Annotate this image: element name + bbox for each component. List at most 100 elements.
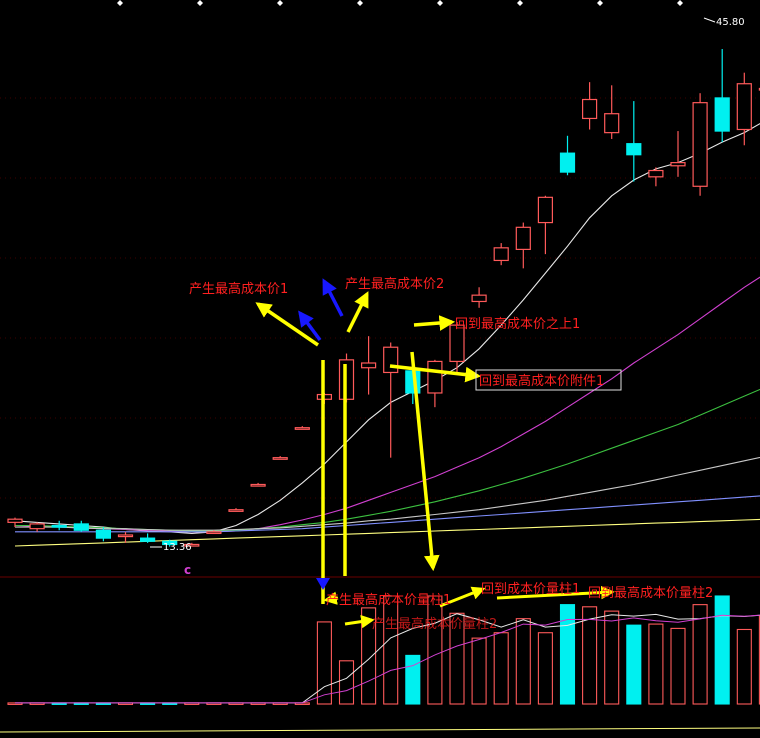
candle-25 bbox=[559, 135, 576, 176]
moving-average-0 bbox=[14, 93, 760, 534]
candle-body-11 bbox=[250, 483, 266, 487]
candle-body-22 bbox=[493, 247, 509, 262]
volume-bar-14 bbox=[316, 621, 332, 705]
volume-bar-22 bbox=[493, 632, 509, 705]
blue-arrow-2 bbox=[322, 278, 344, 317]
candle-29 bbox=[648, 167, 664, 187]
volume-bars bbox=[7, 595, 760, 705]
candle-body-12 bbox=[272, 457, 288, 460]
candlestick-chart: 45.80 13.36 c 产生最高成本价1 产生最高成本价2 回到最高成本价之… bbox=[0, 0, 760, 733]
arrow-to-label-3 bbox=[413, 315, 456, 331]
candle-body-16 bbox=[361, 362, 377, 369]
candle-body-28 bbox=[626, 143, 642, 156]
annotation-cost-2: 产生最高成本价2 bbox=[345, 276, 444, 292]
candle-body-4 bbox=[95, 529, 112, 539]
candle-body-6 bbox=[140, 537, 156, 542]
candle-31 bbox=[692, 93, 708, 196]
candle-body-10 bbox=[228, 509, 244, 512]
candle-body-32 bbox=[714, 97, 730, 132]
chart-window: 45.80 13.36 c 产生最高成本价1 产生最高成本价2 回到最高成本价之… bbox=[0, 0, 760, 734]
candle-body-30 bbox=[670, 162, 686, 167]
candle-body-13 bbox=[294, 427, 310, 430]
vol-annotation-4: 回到最高成本价量柱2 bbox=[588, 585, 713, 601]
arrow-to-label-2 bbox=[346, 291, 369, 333]
candle-body-29 bbox=[648, 169, 664, 178]
top-diamond-4 bbox=[437, 0, 443, 6]
candle-body-2 bbox=[51, 524, 67, 528]
volume-bar-18 bbox=[405, 654, 421, 705]
volume-bar-28 bbox=[626, 624, 642, 705]
candle-5 bbox=[117, 531, 134, 543]
candle-1 bbox=[29, 522, 45, 532]
top-diamond-0 bbox=[117, 0, 123, 6]
vol-annotation-3: 回到成本价量柱1 bbox=[481, 582, 580, 597]
candle-2 bbox=[51, 520, 67, 531]
candle-3 bbox=[73, 520, 89, 532]
candle-body-23 bbox=[515, 226, 531, 250]
candle-12 bbox=[272, 456, 288, 460]
candle-24 bbox=[537, 195, 554, 255]
candle-32 bbox=[714, 49, 730, 143]
moving-average-4 bbox=[15, 490, 760, 533]
volume-bar-21 bbox=[471, 637, 487, 705]
candle-body-19 bbox=[427, 360, 443, 394]
volume-bar-33 bbox=[736, 628, 752, 705]
annotation-cost-1: 产生最高成本价1 bbox=[189, 281, 288, 297]
volume-bar-30 bbox=[670, 627, 686, 705]
candle-body-26 bbox=[581, 98, 598, 120]
price-grid bbox=[0, 97, 760, 499]
volume-bar-15 bbox=[338, 660, 355, 705]
candle-body-3 bbox=[73, 523, 89, 531]
vol-annotation-2: 产生最高成本价量柱2 bbox=[372, 616, 497, 632]
moving-average-3 bbox=[15, 438, 760, 531]
candle-body-0 bbox=[7, 518, 23, 523]
volume-bar-19 bbox=[427, 595, 443, 705]
candle-22 bbox=[493, 243, 509, 266]
candle-27 bbox=[604, 85, 620, 139]
candle-6 bbox=[140, 533, 156, 543]
annotation-return-above-1: 回到最高成本价之上1 bbox=[455, 316, 580, 332]
candle-30 bbox=[670, 131, 686, 177]
blue-down-arrowhead bbox=[316, 578, 330, 590]
volume-bar-24 bbox=[537, 632, 553, 705]
candle-body-17 bbox=[383, 346, 399, 374]
volume-bar-26 bbox=[582, 606, 598, 705]
candle-body-33 bbox=[736, 83, 752, 131]
top-diamond-3 bbox=[357, 0, 363, 6]
high-price-label: 45.80 bbox=[716, 17, 745, 28]
moving-average-2 bbox=[15, 357, 760, 532]
candle-11 bbox=[250, 482, 266, 487]
candle-body-31 bbox=[692, 102, 708, 187]
top-diamond-row bbox=[117, 0, 683, 6]
vol-annotation-1: 产生最高成本价量柱1 bbox=[326, 592, 451, 608]
candle-23 bbox=[515, 222, 531, 269]
candle-19 bbox=[427, 359, 443, 408]
top-diamond-6 bbox=[597, 0, 603, 6]
volume-bottom-line bbox=[0, 727, 760, 733]
candle-body-27 bbox=[604, 113, 620, 134]
volume-bar-32 bbox=[714, 595, 730, 705]
volume-bar-27 bbox=[604, 610, 620, 705]
moving-average-lines bbox=[14, 93, 760, 547]
candle-body-5 bbox=[117, 534, 134, 538]
volume-bar-23 bbox=[515, 618, 531, 705]
top-diamond-2 bbox=[277, 0, 283, 6]
candle-body-9 bbox=[206, 531, 222, 535]
candle-13 bbox=[294, 426, 310, 430]
candle-21 bbox=[471, 287, 487, 308]
volume-bar-17 bbox=[383, 595, 399, 705]
candle-body-1 bbox=[29, 523, 45, 530]
high-price-leader bbox=[703, 17, 716, 23]
annotation-return-near-1: 回到最高成本价附件1 bbox=[479, 373, 604, 389]
low-price-label: 13.36 bbox=[163, 542, 192, 553]
candle-body-21 bbox=[471, 294, 487, 303]
candle-28 bbox=[626, 101, 642, 182]
candle-body-25 bbox=[559, 152, 576, 173]
candle-10 bbox=[228, 508, 244, 512]
candle-body-24 bbox=[537, 196, 554, 224]
top-diamond-1 bbox=[197, 0, 203, 6]
volume-bar-29 bbox=[648, 623, 664, 705]
candle-16 bbox=[361, 336, 377, 395]
candle-26 bbox=[581, 82, 598, 130]
chart-marker-c: c bbox=[184, 563, 191, 577]
